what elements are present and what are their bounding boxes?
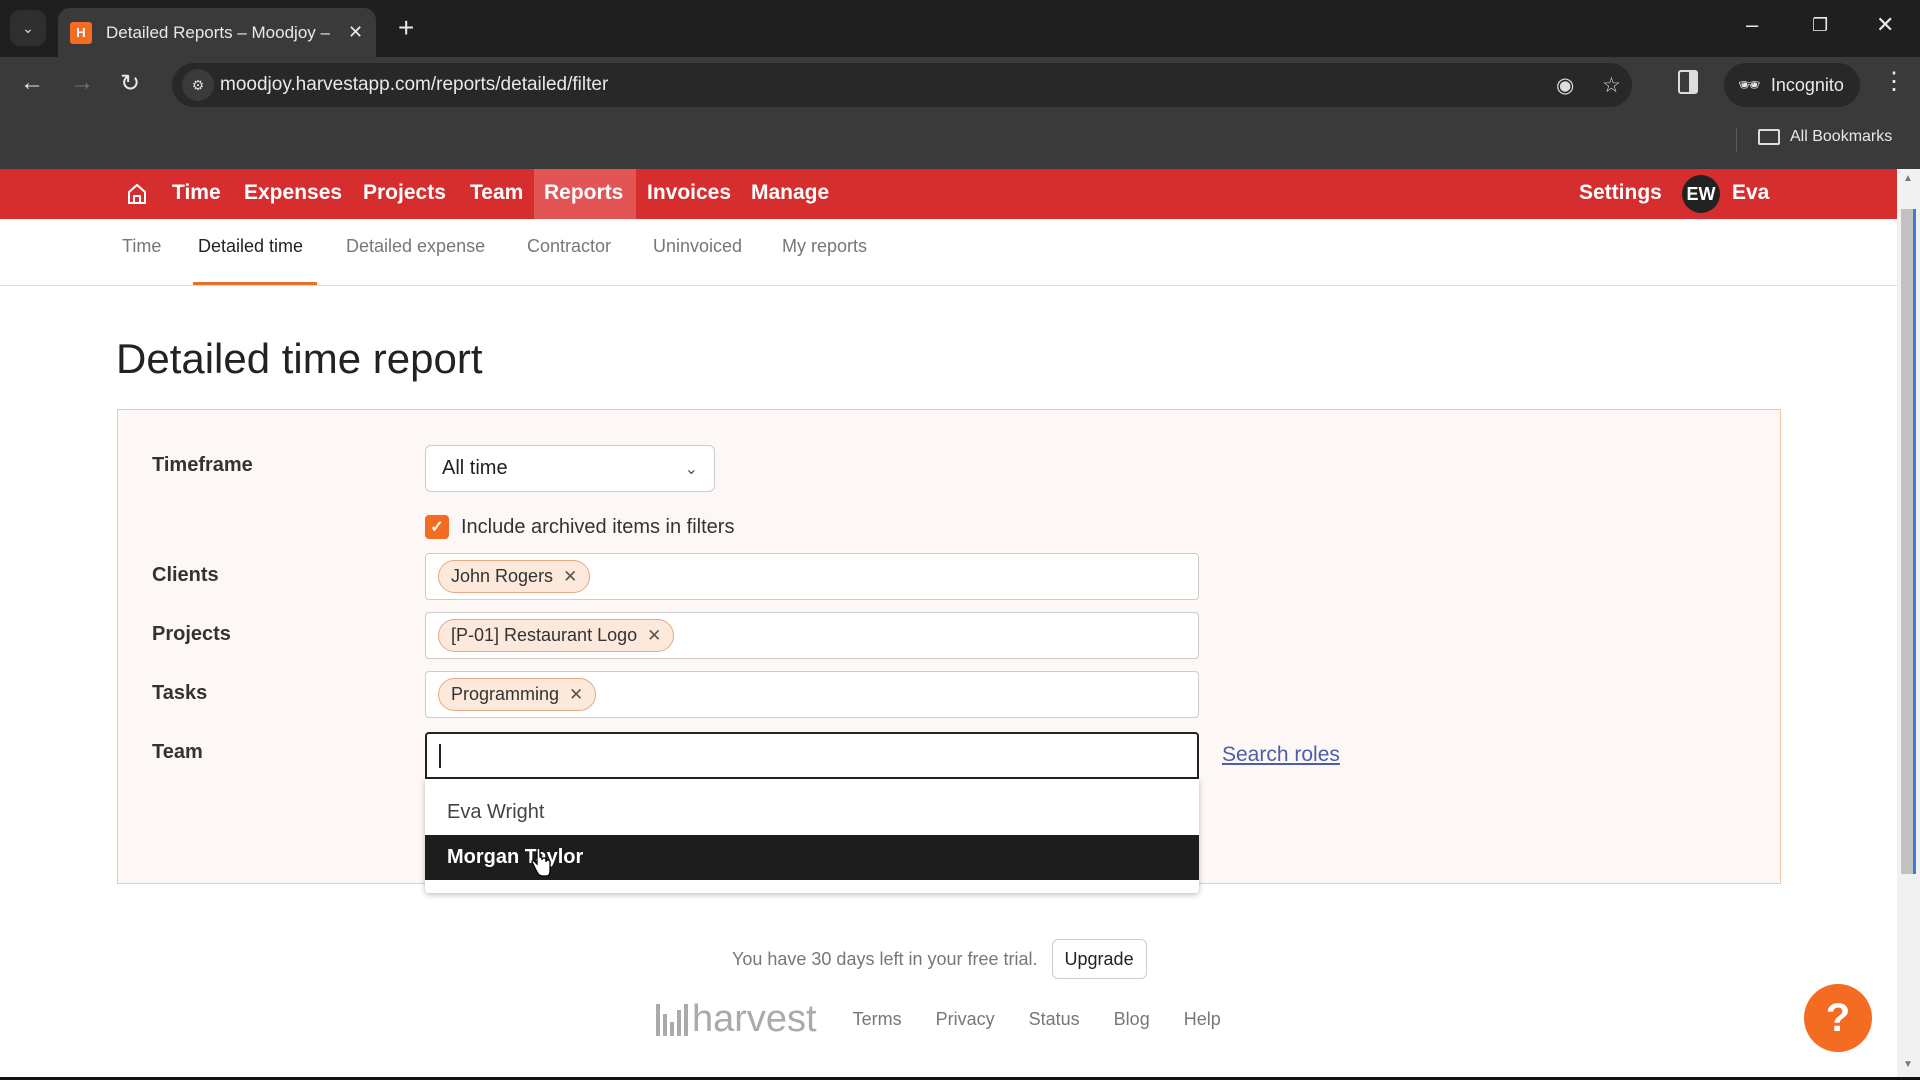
nav-settings[interactable]: Settings [1579,169,1662,219]
nav-invoices[interactable]: Invoices [637,169,741,219]
remove-chip-icon[interactable]: ✕ [569,685,583,705]
restore-icon[interactable]: ❐ [1812,15,1828,36]
include-archived-row[interactable]: ✓ Include archived items in filters [425,515,734,539]
nav-manage[interactable]: Manage [741,169,839,219]
bookmark-star-icon[interactable]: ☆ [1602,73,1621,98]
tab-title: Detailed Reports – Moodjoy – H [106,22,336,42]
nav-team[interactable]: Team [460,169,533,219]
search-roles-link[interactable]: Search roles [1222,743,1340,767]
url-text[interactable]: moodjoy.harvestapp.com/reports/detailed/… [220,74,608,96]
address-bar[interactable]: ⚙ moodjoy.harvestapp.com/reports/detaile… [172,63,1632,107]
browser-titlebar: ⌄ H Detailed Reports – Moodjoy – H ✕ + –… [0,0,1920,57]
subnav-detailed-expense[interactable]: Detailed expense [346,219,485,286]
back-icon[interactable]: ← [20,69,44,97]
bookmarks-divider [1736,128,1737,152]
harvest-logo[interactable]: harvest [656,998,817,1041]
nav-reports[interactable]: Reports [534,169,636,219]
harvest-logo-icon [656,1003,688,1036]
folder-icon [1758,129,1780,145]
side-panel-icon[interactable] [1678,70,1698,94]
remove-chip-icon[interactable]: ✕ [647,626,661,646]
footer-link-blog[interactable]: Blog [1114,1009,1150,1030]
scroll-down-icon[interactable]: ▼ [1903,1059,1913,1070]
clients-field[interactable]: John Rogers ✕ [425,553,1199,600]
team-search-input[interactable] [425,732,1199,779]
tasks-field[interactable]: Programming ✕ [425,671,1199,718]
chevron-down-icon: ⌄ [22,19,34,36]
project-chip: [P-01] Restaurant Logo ✕ [438,619,675,652]
bookmarks-bar: All Bookmarks [0,112,1920,169]
browser-tab[interactable]: H Detailed Reports – Moodjoy – H ✕ [58,8,376,57]
scroll-up-icon[interactable]: ▲ [1903,173,1913,184]
timeframe-label: Timeframe [152,454,253,476]
brand-name: harvest [692,998,817,1040]
tasks-label: Tasks [152,682,208,704]
projects-field[interactable]: [P-01] Restaurant Logo ✕ [425,612,1199,659]
hand-cursor-icon [530,847,552,878]
nav-projects[interactable]: Projects [353,169,456,219]
timeframe-value: All time [442,457,508,479]
page: Time Expenses Projects Team Reports Invo… [0,169,1897,1077]
minimize-icon[interactable]: – [1746,12,1758,38]
new-tab-button[interactable]: + [398,12,414,44]
reload-icon[interactable]: ↻ [120,69,140,98]
include-archived-label: Include archived items in filters [461,515,735,538]
team-label: Team [152,741,203,763]
team-option-eva-wright[interactable]: Eva Wright [425,790,1199,835]
subnav-detailed-time[interactable]: Detailed time [198,219,303,286]
help-button[interactable]: ? [1804,984,1872,1052]
all-bookmarks-button[interactable]: All Bookmarks [1758,128,1892,146]
footer-link-privacy[interactable]: Privacy [936,1009,995,1030]
trial-text: You have 30 days left in your free trial… [732,948,1038,969]
footer-link-terms[interactable]: Terms [853,1009,902,1030]
incognito-button[interactable]: 🕶 Incognito [1724,63,1860,107]
page-title: Detailed time report [116,335,483,382]
subnav-my-reports[interactable]: My reports [782,219,867,286]
scroll-thumb[interactable] [1901,209,1916,874]
subnav-time[interactable]: Time [122,219,161,286]
footer: harvest Terms Privacy Status Blog Help [656,998,1221,1041]
clients-label: Clients [152,564,219,586]
active-tab-indicator [193,282,317,285]
subnav-contractor[interactable]: Contractor [527,219,611,286]
footer-link-status[interactable]: Status [1029,1009,1080,1030]
eye-off-icon[interactable]: ◉ [1556,73,1574,98]
reports-subnav: Time Detailed time Detailed expense Cont… [0,219,1897,286]
avatar[interactable]: EW [1682,175,1720,213]
chevron-down-icon: ⌄ [684,460,698,478]
browser-toolbar: ← → ↻ ⚙ moodjoy.harvestapp.com/reports/d… [0,57,1920,112]
text-caret [439,744,441,768]
main-nav: Time Expenses Projects Team Reports Invo… [0,169,1897,219]
harvest-favicon-icon: H [70,21,92,44]
home-icon[interactable] [126,182,148,206]
trial-notice: You have 30 days left in your free trial… [732,939,1147,979]
all-bookmarks-label: All Bookmarks [1790,128,1893,145]
projects-label: Projects [152,623,231,645]
nav-expenses[interactable]: Expenses [234,169,352,219]
chip-label: John Rogers [451,566,554,586]
include-archived-checkbox[interactable]: ✓ [425,515,449,539]
incognito-icon: 🕶 [1738,74,1761,95]
client-chip: John Rogers ✕ [438,560,591,593]
browser-menu-icon[interactable]: ⋮ [1882,67,1906,96]
forward-icon[interactable]: → [70,69,94,97]
user-name[interactable]: Eva [1732,169,1769,219]
site-info-icon[interactable]: ⚙ [182,69,214,101]
remove-chip-icon[interactable]: ✕ [563,567,577,587]
task-chip: Programming ✕ [438,678,597,711]
tab-search-button[interactable]: ⌄ [10,10,46,46]
chip-label: Programming [451,684,560,704]
incognito-label: Incognito [1770,74,1844,95]
close-window-icon[interactable]: ✕ [1876,12,1894,38]
filter-panel: Timeframe All time ⌄ ✓ Include archived … [117,409,1781,893]
close-tab-icon[interactable]: ✕ [348,22,363,43]
footer-link-help[interactable]: Help [1184,1009,1221,1030]
chip-label: [P-01] Restaurant Logo [451,625,638,645]
nav-time[interactable]: Time [162,169,231,219]
subnav-uninvoiced[interactable]: Uninvoiced [653,219,742,286]
upgrade-button[interactable]: Upgrade [1051,939,1147,979]
page-scrollbar[interactable]: ▲ ▼ [1897,169,1920,1077]
timeframe-select[interactable]: All time ⌄ [425,445,715,492]
